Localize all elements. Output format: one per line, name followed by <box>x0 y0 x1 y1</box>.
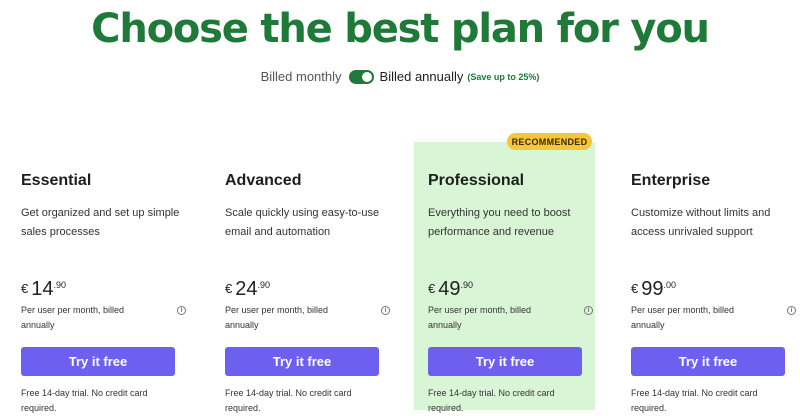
page-title: Choose the best plan for you <box>91 6 710 52</box>
info-icon[interactable]: i <box>584 306 593 315</box>
trial-note: Free 14-day trial. No credit card requir… <box>631 388 758 413</box>
billed-annually-label[interactable]: Billed annually <box>380 69 464 84</box>
info-icon[interactable]: i <box>381 306 390 315</box>
info-icon[interactable]: i <box>787 306 796 315</box>
trial-note: Free 14-day trial. No credit card requir… <box>21 388 148 413</box>
plan-description: Get organized and set up simple sales pr… <box>21 207 180 238</box>
price-currency: € <box>21 281 29 296</box>
price-amount: 14 <box>31 278 54 300</box>
price-currency: € <box>428 281 436 296</box>
price-amount: 24 <box>235 278 258 300</box>
try-it-free-button[interactable]: Try it free <box>428 347 582 376</box>
price-currency: € <box>631 281 639 296</box>
try-it-free-button[interactable]: Try it free <box>225 347 379 376</box>
plan-name: Professional <box>428 172 525 189</box>
toggle-knob <box>361 71 372 82</box>
price-period: Per user per month, billed annually <box>225 305 329 330</box>
plan-description: Scale quickly using easy-to-use email an… <box>225 207 380 238</box>
plan-price: € 14 .90 <box>21 277 186 301</box>
price-period: Per user per month, billed annually <box>631 305 735 330</box>
plan-card-professional: Professional Everything you need to boos… <box>428 172 593 416</box>
plan-description: Customize without limits and access unri… <box>631 207 771 238</box>
plan-price: € 99 .00 <box>631 277 796 301</box>
billing-toggle-row: Billed monthly Billed annually (Save up … <box>0 69 800 84</box>
plan-price: € 49 .90 <box>428 277 593 301</box>
price-cents: .00 <box>663 280 676 290</box>
recommended-badge: RECOMMENDED <box>507 133 592 150</box>
plan-price: € 24 .90 <box>225 277 390 301</box>
plan-card-essential: Essential Get organized and set up simpl… <box>21 172 186 416</box>
billing-toggle[interactable] <box>348 69 374 84</box>
try-it-free-button[interactable]: Try it free <box>21 347 175 376</box>
plan-card-advanced: Advanced Scale quickly using easy-to-use… <box>225 172 390 416</box>
billed-monthly-label[interactable]: Billed monthly <box>261 69 342 84</box>
info-icon[interactable]: i <box>177 306 186 315</box>
plan-description: Everything you need to boost performance… <box>428 207 571 238</box>
price-amount: 99 <box>641 278 664 300</box>
plan-name: Enterprise <box>631 172 711 189</box>
try-it-free-button[interactable]: Try it free <box>631 347 785 376</box>
plan-name: Advanced <box>225 172 302 189</box>
price-cents: .90 <box>53 280 66 290</box>
plan-name: Essential <box>21 172 92 189</box>
savings-note: (Save up to 25%) <box>467 71 540 82</box>
price-period: Per user per month, billed annually <box>428 305 532 330</box>
price-amount: 49 <box>438 278 461 300</box>
price-cents: .90 <box>257 280 270 290</box>
trial-note: Free 14-day trial. No credit card requir… <box>428 388 555 413</box>
price-period: Per user per month, billed annually <box>21 305 125 330</box>
plan-card-enterprise: Enterprise Customize without limits and … <box>631 172 796 416</box>
price-cents: .90 <box>460 280 473 290</box>
trial-note: Free 14-day trial. No credit card requir… <box>225 388 352 413</box>
price-currency: € <box>225 281 233 296</box>
